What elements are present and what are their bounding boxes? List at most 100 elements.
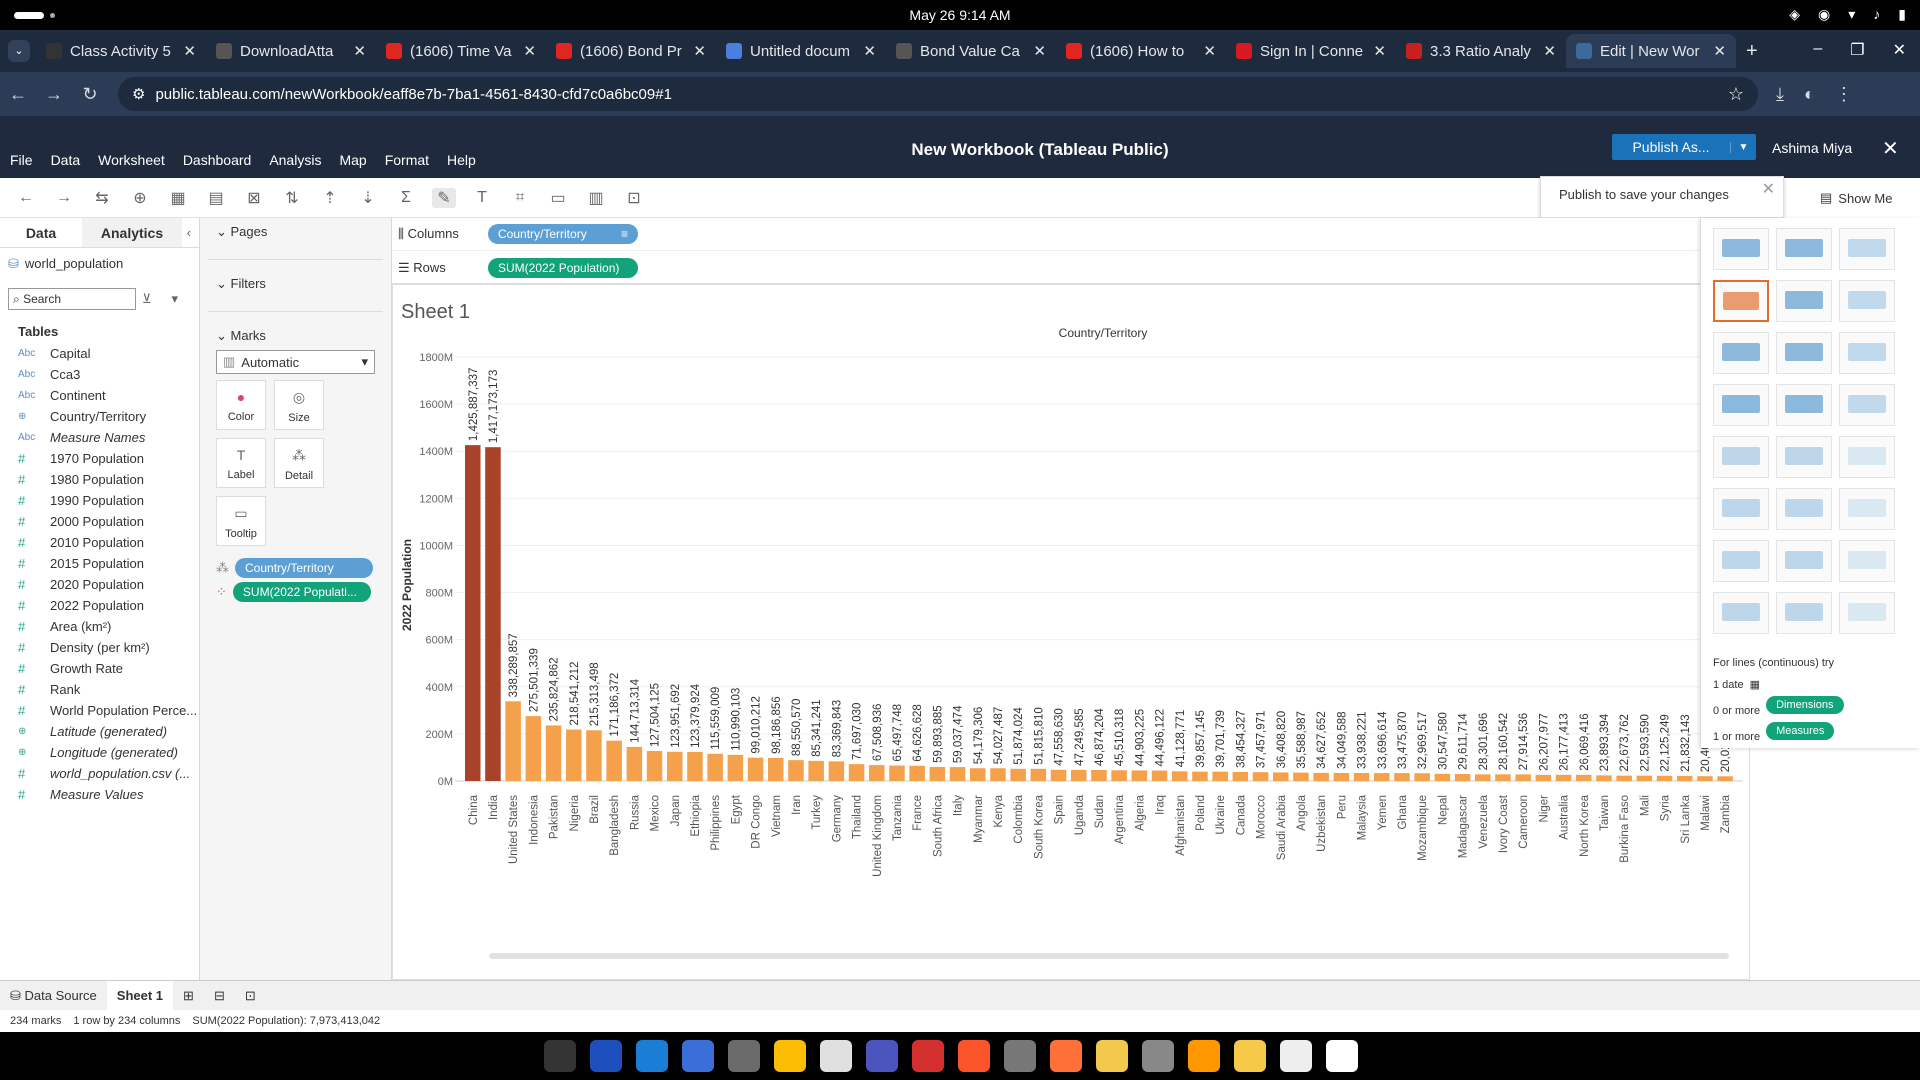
field-name[interactable]: World Population Perce... [50,703,197,718]
duplicate-sheet-icon[interactable]: ▤ [204,188,228,208]
replay-icon[interactable]: ⇆ [90,188,114,208]
field-item[interactable]: # world_population.csv (... [0,763,199,784]
terminal-icon[interactable] [544,1040,576,1072]
rows-pill[interactable]: SUM(2022 Population) [488,257,638,278]
browser-tab[interactable]: Class Activity 5 ✕ [36,34,206,68]
settings-icon[interactable] [1142,1040,1174,1072]
profile-icon[interactable]: ◐ [1804,84,1815,105]
columns-pill-text[interactable]: Country/Territory [498,227,587,241]
bar[interactable] [889,765,905,781]
field-name[interactable]: Cca3 [50,367,80,382]
bar[interactable] [1596,775,1612,781]
bar[interactable] [1414,773,1430,781]
browser-menu-icon[interactable]: ⋮ [1835,84,1853,105]
close-tip-icon[interactable]: ✕ [1762,179,1775,199]
bar[interactable] [566,729,582,781]
marks-detail-button[interactable]: ⁂ Detail [274,438,324,488]
bar[interactable] [1172,771,1188,781]
bar[interactable] [848,764,865,781]
url-text[interactable]: public.tableau.com/newWorkbook/eaff8e7b-… [155,86,671,103]
close-tab-icon[interactable]: ✕ [1543,42,1556,60]
bar[interactable] [525,716,542,781]
gantt-chart-icon[interactable] [1713,592,1769,634]
tab-title[interactable]: Edit | New Wor [1600,43,1707,60]
bar[interactable] [949,767,966,781]
bar[interactable] [1434,773,1451,781]
undo-icon[interactable]: ← [14,189,38,207]
field-item[interactable]: # Measure Values [0,784,199,805]
bar[interactable] [1050,769,1067,781]
marks-pill-population[interactable]: SUM(2022 Populati... [232,582,371,602]
line-discrete-icon[interactable] [1713,436,1769,478]
bar[interactable] [1273,772,1289,781]
browser-tab[interactable]: Edit | New Wor ✕ [1566,34,1736,68]
tab-analytics[interactable]: Analytics [82,218,182,247]
scatter-plot-icon[interactable] [1713,540,1769,582]
close-tab-icon[interactable]: ✕ [353,42,366,60]
vscode-icon[interactable] [682,1040,714,1072]
brave-icon[interactable] [958,1040,990,1072]
new-tab-button[interactable]: + [1746,40,1758,63]
marks-size-button[interactable]: ◎ Size [274,380,324,430]
tab-title[interactable]: DownloadAtta [240,43,347,60]
field-name[interactable]: Capital [50,346,90,361]
bar[interactable] [727,754,744,781]
bar[interactable] [970,768,986,781]
publish-dropdown-icon[interactable]: ▼ [1730,141,1756,153]
field-item[interactable]: ⊕ Country/Territory [0,406,199,427]
field-name[interactable]: 2010 Population [50,535,144,550]
reload-icon[interactable]: ↻ [72,84,108,105]
bar[interactable] [545,725,562,781]
bar[interactable] [747,757,764,781]
bar[interactable] [646,750,663,781]
sublime-icon[interactable] [1188,1040,1220,1072]
histogram-icon[interactable] [1776,540,1832,582]
highlight-table-icon[interactable] [1839,228,1895,270]
bar[interactable] [1071,769,1087,781]
field-name[interactable]: Latitude (generated) [50,724,167,739]
download-icon[interactable]: ⤓ [1776,84,1784,105]
browser-tab[interactable]: (1606) Bond Pr ✕ [546,34,716,68]
bar[interactable] [869,765,885,781]
datasource-name[interactable]: ⛁ world_population [0,248,199,272]
new-sheet-icon[interactable]: ▦ [166,188,190,208]
minimize-icon[interactable]: – [1813,40,1822,60]
sheet-tab[interactable]: Sheet 1 [106,980,174,1011]
bar[interactable] [1374,773,1390,781]
mark-type-select[interactable]: ▥ Automatic ▾ [216,350,375,374]
maximize-icon[interactable]: ❐ [1850,40,1864,60]
area-continuous-icon[interactable] [1713,488,1769,530]
view-cards-icon[interactable]: ▥ [584,188,608,208]
field-name[interactable]: Longitude (generated) [50,745,178,760]
filled-map-icon[interactable] [1776,280,1832,322]
packed-bubbles-icon[interactable] [1839,592,1895,634]
bar[interactable] [1010,768,1026,781]
field-item[interactable]: #1980 Population [0,469,199,490]
bar[interactable] [707,753,723,781]
bar[interactable] [1313,772,1329,781]
side-by-side-circles-icon[interactable] [1839,384,1895,426]
totals-icon[interactable]: Σ [394,189,418,207]
bar[interactable] [1212,771,1228,781]
bar[interactable] [1232,771,1249,781]
field-name[interactable]: Continent [50,388,106,403]
back-icon[interactable]: ← [0,84,36,105]
show-me-label[interactable]: Show Me [1838,191,1892,206]
sort-desc-icon[interactable]: ⇣ [356,188,380,208]
dual-lines-icon[interactable] [1839,436,1895,478]
browser-tab[interactable]: Sign In | Conne ✕ [1226,34,1396,68]
tab-title[interactable]: (1606) Time Va [410,43,517,60]
field-name[interactable]: 1980 Population [50,472,144,487]
new-sheet-icon[interactable]: ⊞ [173,981,204,1011]
bar[interactable] [1293,772,1309,781]
area-discrete-icon[interactable] [1776,488,1832,530]
bar[interactable] [485,447,501,781]
field-item[interactable]: #2000 Population [0,511,199,532]
field-name[interactable]: 2015 Population [50,556,144,571]
bar[interactable] [1192,771,1208,781]
bar[interactable] [1515,774,1531,781]
field-name[interactable]: 1990 Population [50,493,144,508]
bar[interactable] [1353,773,1370,781]
filter-icon[interactable]: ⊻ [142,291,152,307]
browser-tab[interactable]: (1606) How to ✕ [1056,34,1226,68]
